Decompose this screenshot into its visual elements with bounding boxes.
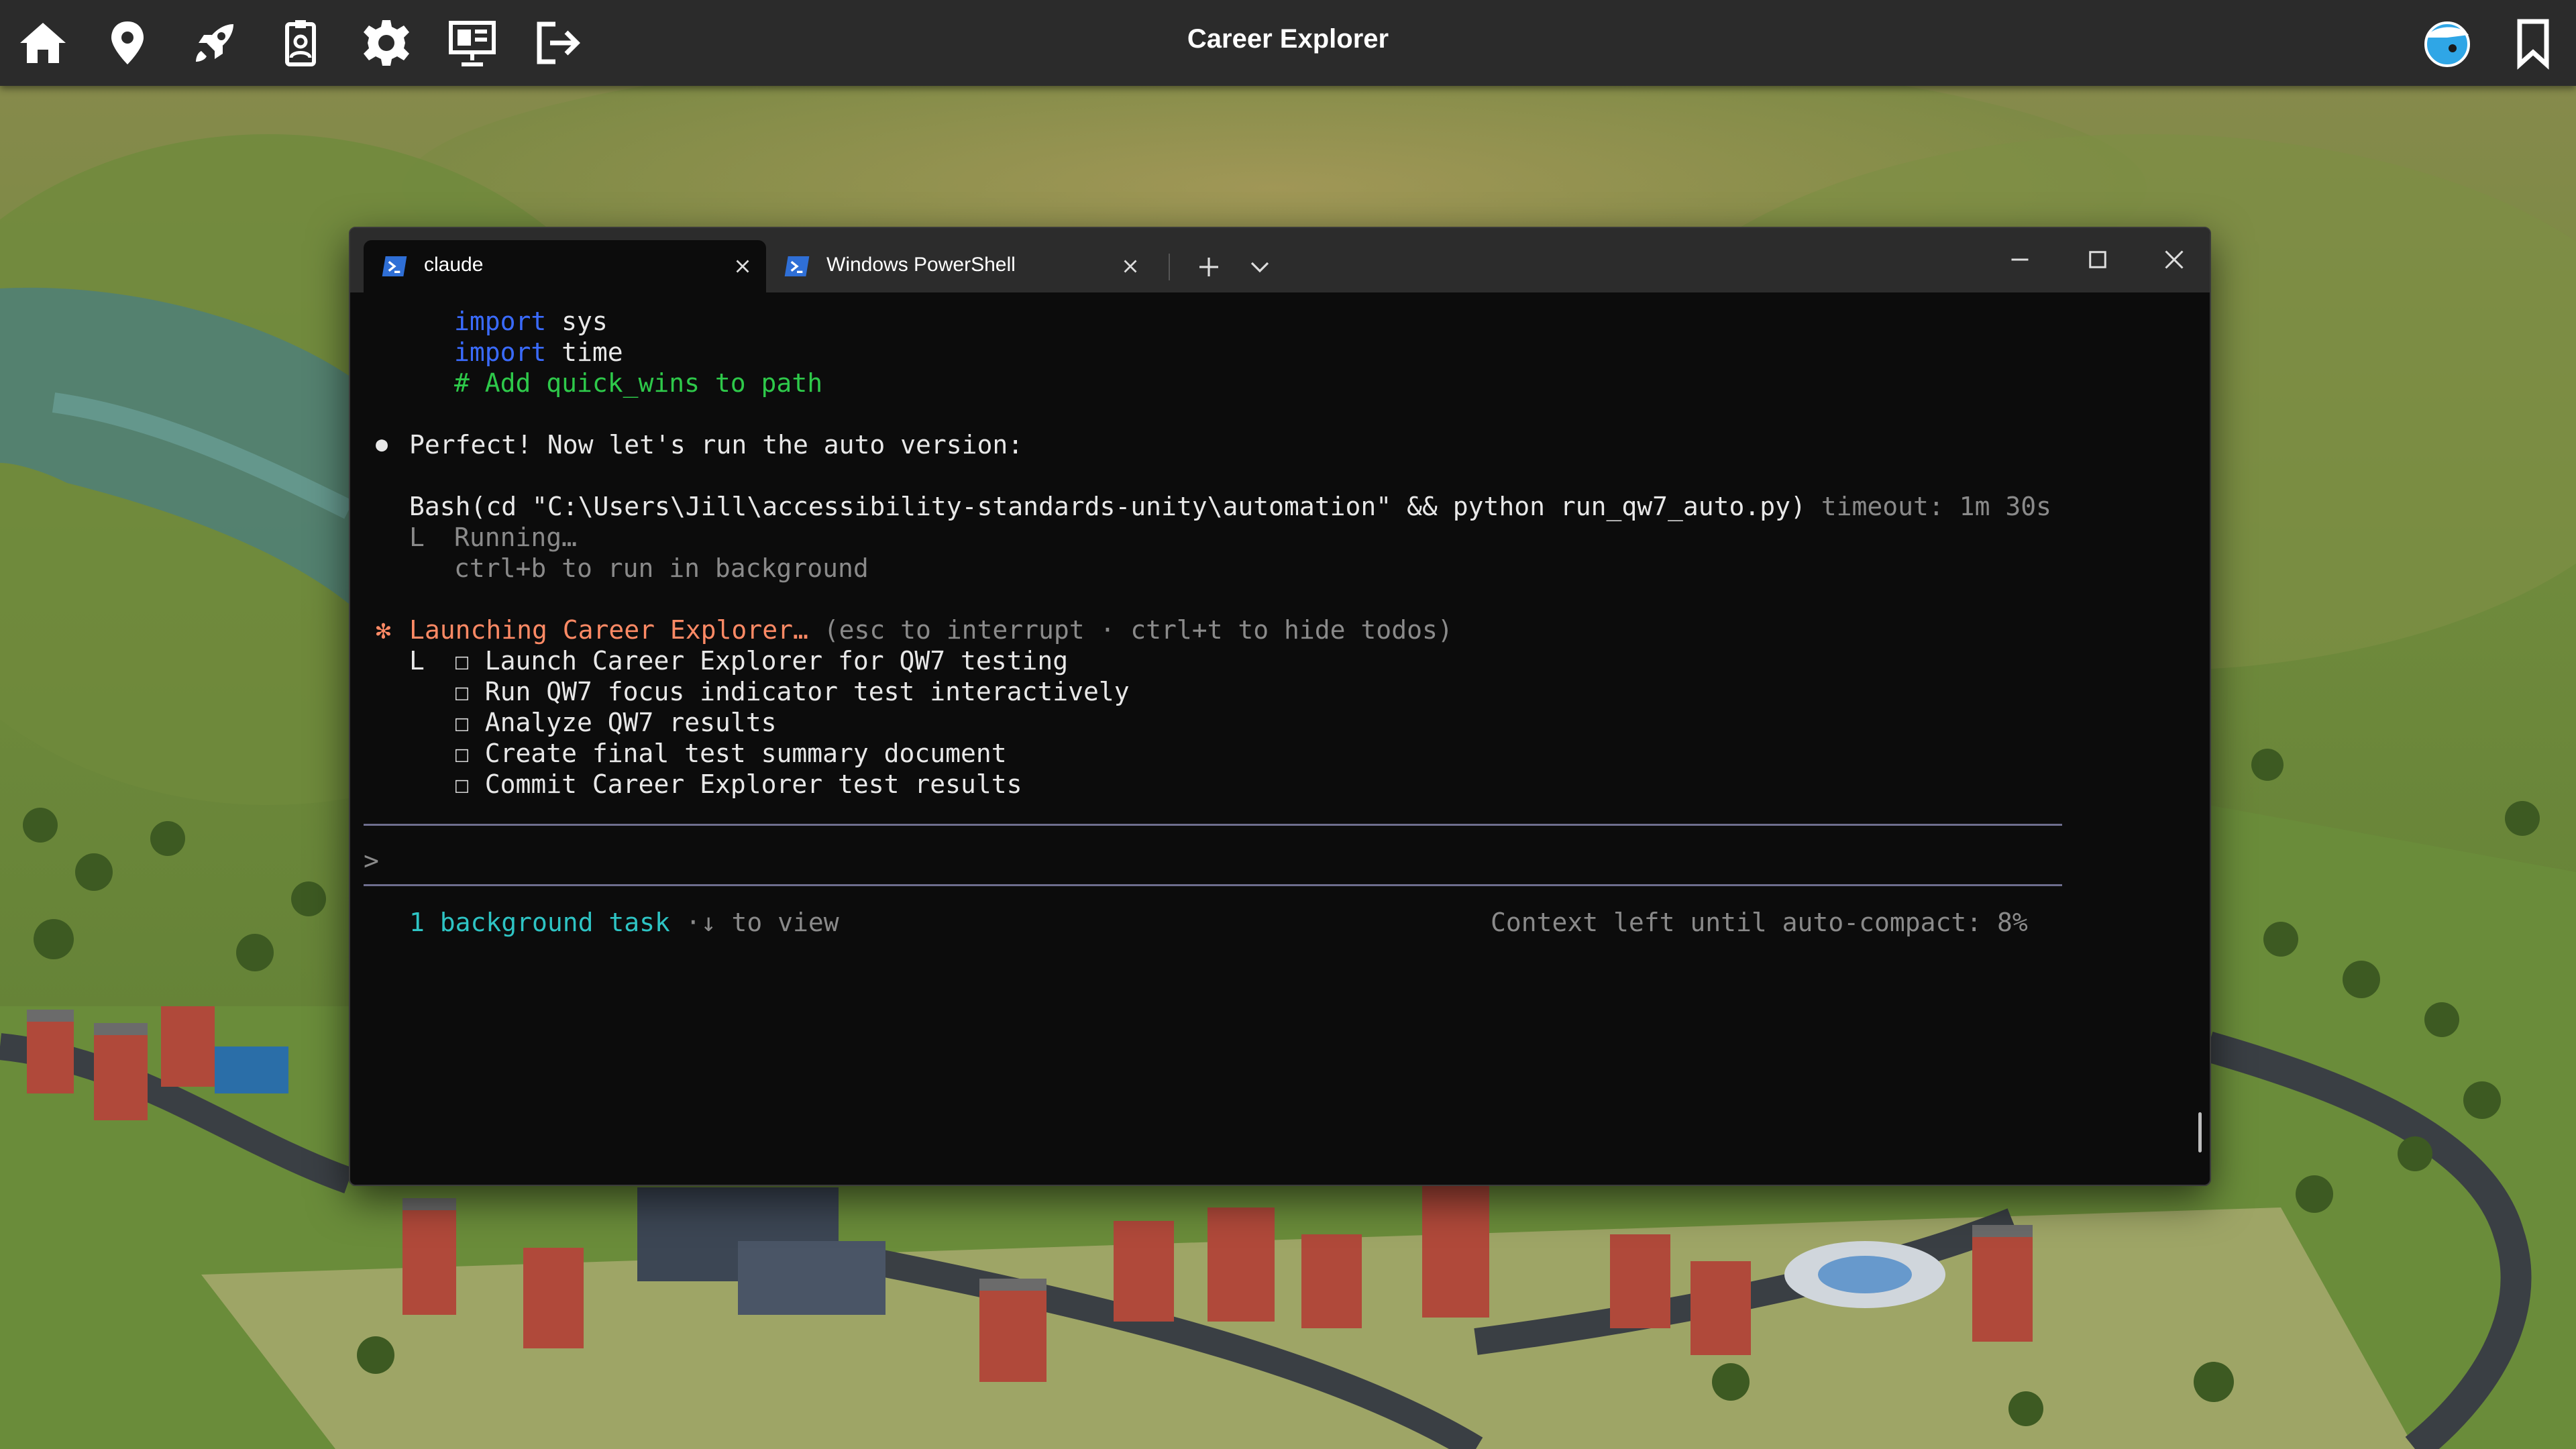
code-line: import sys	[454, 307, 608, 336]
chevron-down-icon[interactable]	[1246, 254, 1273, 280]
avatar-icon[interactable]	[2420, 16, 2474, 70]
window-close-button[interactable]	[2157, 243, 2191, 276]
tree-glyph: L	[409, 646, 425, 676]
background-tasks[interactable]: 1 background task ·↓ to view	[409, 907, 839, 938]
running-status: Running…	[454, 523, 578, 552]
todo-item: ☐ Commit Career Explorer test results	[454, 769, 1022, 799]
app-title: Career Explorer	[1187, 24, 1389, 54]
new-tab-button[interactable]	[1195, 254, 1222, 280]
bash-command: Bash(cd "C:\Users\Jill\accessibility-sta…	[409, 492, 2051, 521]
background-hint: ctrl+b to run in background	[454, 553, 869, 583]
checkbox-icon: ☐	[454, 739, 470, 768]
status-line: Launching Career Explorer… (esc to inter…	[409, 615, 1453, 645]
tree-glyph: L	[409, 523, 425, 552]
code-line: import time	[454, 337, 623, 367]
tab-label: claude	[424, 254, 484, 276]
terminal-tab-bar: claude Windows PowerShell	[350, 228, 2210, 292]
close-icon[interactable]	[1119, 255, 1142, 278]
bullet-icon: ●	[376, 433, 388, 456]
todo-item: ☐ Create final test summary document	[454, 739, 1007, 768]
todo-item: ☐ Launch Career Explorer for QW7 testing	[454, 646, 1069, 676]
checkbox-icon: ☐	[454, 769, 470, 799]
terminal-window: claude Windows PowerShell import sys imp…	[349, 227, 2211, 1186]
scrollbar[interactable]	[2198, 1112, 2202, 1152]
checkbox-icon: ☐	[454, 708, 470, 737]
input-bottom-rule	[364, 884, 2062, 886]
tab-windows-powershell[interactable]: Windows PowerShell	[766, 240, 1169, 292]
close-icon[interactable]	[731, 255, 754, 278]
game-top-bar: Career Explorer	[0, 0, 2576, 86]
assistant-message: Perfect! Now let's run the auto version:	[409, 430, 1024, 460]
code-comment: # Add quick_wins to path	[454, 368, 823, 398]
bookmark-icon[interactable]	[2506, 16, 2560, 70]
powershell-icon	[382, 256, 407, 276]
terminal-console[interactable]: import sys import time # Add quick_wins …	[364, 301, 2183, 1185]
minimize-button[interactable]	[2003, 243, 2037, 276]
todo-item: ☐ Analyze QW7 results	[454, 708, 777, 737]
maximize-button[interactable]	[2081, 243, 2114, 276]
checkbox-icon: ☐	[454, 646, 470, 676]
powershell-icon	[784, 256, 810, 276]
checkbox-icon: ☐	[454, 677, 470, 706]
context-indicator: Context left until auto-compact: 8%	[1491, 908, 2028, 937]
tab-divider	[1169, 254, 1170, 280]
prompt-input[interactable]: >	[364, 845, 379, 876]
tab-claude[interactable]: claude	[364, 240, 766, 292]
tab-label: Windows PowerShell	[826, 254, 1016, 276]
input-top-rule	[364, 824, 2062, 826]
spinner-icon: ✻	[376, 615, 391, 645]
todo-item: ☐ Run QW7 focus indicator test interacti…	[454, 677, 1130, 706]
